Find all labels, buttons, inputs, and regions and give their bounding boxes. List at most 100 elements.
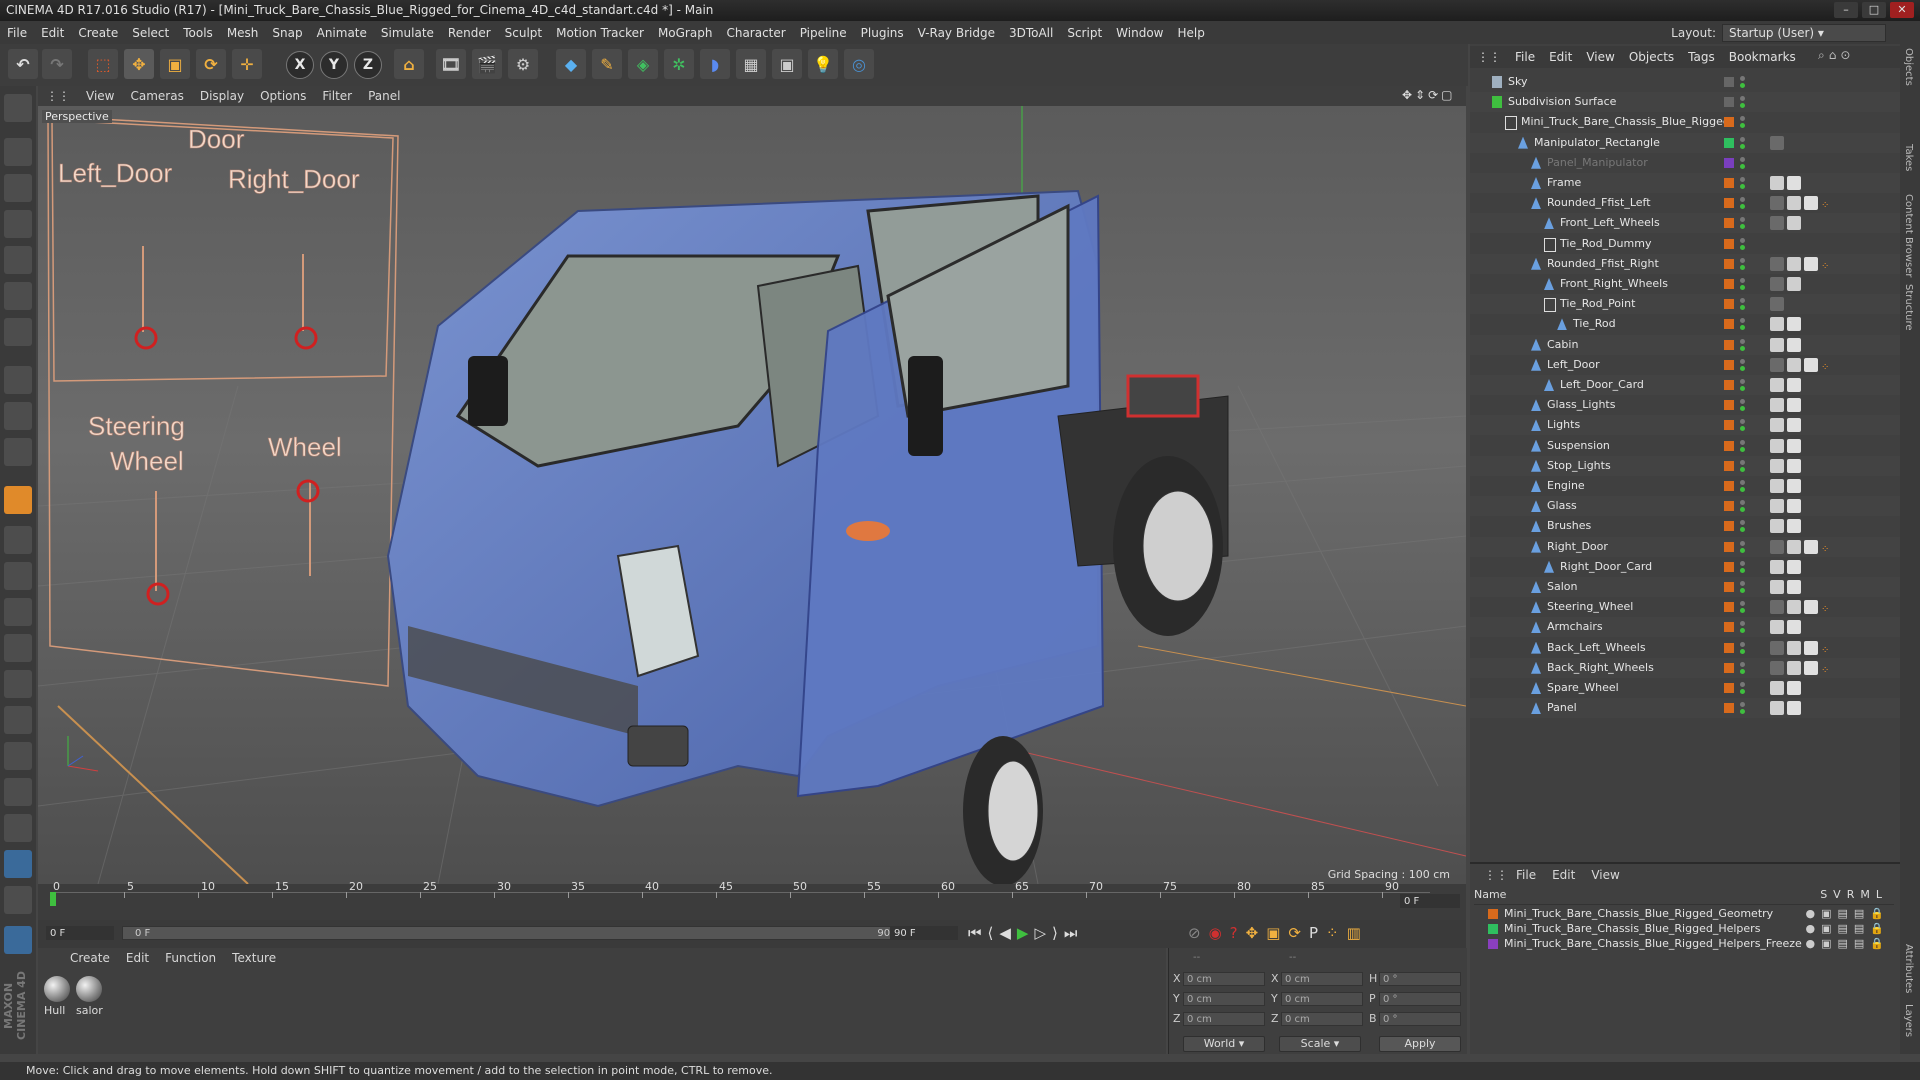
object-tag-icon[interactable]	[1787, 216, 1801, 231]
render-visibility-dot[interactable]	[1740, 365, 1745, 371]
render-visibility-dot[interactable]	[1740, 567, 1745, 573]
object-row-subdivision-surface[interactable]: Subdivision Surface	[1470, 92, 1900, 113]
previous-key-icon[interactable]: ⟨	[988, 924, 994, 942]
grid-icon[interactable]	[4, 850, 32, 878]
object-tag-icon[interactable]	[1770, 135, 1784, 150]
object-row-tie-rod-point[interactable]: Tie_Rod_Point	[1470, 294, 1900, 315]
object-manager-search-icon[interactable]: ⌕⌂⊙	[1818, 48, 1854, 63]
magnet-icon[interactable]	[4, 486, 32, 514]
editor-visibility-dot[interactable]	[1740, 641, 1745, 647]
editor-visibility-dot[interactable]	[1740, 298, 1745, 304]
editor-visibility-dot[interactable]	[1740, 419, 1745, 425]
menu-script[interactable]: Script	[1060, 26, 1109, 40]
autokey-icon[interactable]: ?	[1230, 924, 1238, 942]
coord-value-field[interactable]: 0 cm	[1183, 992, 1265, 1006]
object-tag-icon[interactable]	[1770, 620, 1784, 635]
object-tag-icon[interactable]	[1787, 539, 1801, 554]
sculpt-brush-3-icon[interactable]	[4, 634, 32, 662]
object-tag-icon[interactable]	[1787, 681, 1801, 695]
object-tag-icon[interactable]: ⁘	[1821, 196, 1835, 211]
go-to-start-icon[interactable]: ⏮	[968, 924, 982, 942]
live-selection-icon[interactable]: ⬚	[88, 49, 118, 79]
render-visibility-dot[interactable]	[1740, 345, 1745, 351]
cube-object-icon[interactable]: ◆	[556, 49, 586, 79]
render-visibility-dot[interactable]	[1740, 628, 1745, 634]
python-icon[interactable]: ◎	[844, 49, 874, 79]
object-row-glass-lights[interactable]: Glass_Lights	[1470, 395, 1900, 415]
subdivision-surface-icon[interactable]: ◈	[628, 49, 658, 79]
editor-visibility-dot[interactable]	[1740, 156, 1745, 162]
render-visibility-dot[interactable]	[1740, 406, 1745, 412]
object-tag-icon[interactable]: ⁘	[1821, 600, 1835, 615]
editor-visibility-dot[interactable]	[1740, 136, 1745, 142]
light-object-icon[interactable]: 💡	[808, 49, 838, 79]
object-row-armchairs[interactable]: Armchairs	[1470, 617, 1900, 638]
points-mode-icon[interactable]	[4, 246, 32, 274]
next-key-icon[interactable]: ⟩	[1052, 924, 1058, 942]
sculpt-brush-1-icon[interactable]	[4, 562, 32, 590]
coord-value-field[interactable]: 0 cm	[1281, 992, 1363, 1006]
menu-render[interactable]: Render	[441, 26, 498, 40]
editor-visibility-dot[interactable]	[1740, 621, 1745, 627]
object-tag-icon[interactable]	[1770, 196, 1784, 211]
object-tag-icon[interactable]: ⁘	[1821, 641, 1835, 656]
menu-pipeline[interactable]: Pipeline	[793, 26, 854, 40]
camera-object-icon[interactable]: ▣	[772, 49, 802, 79]
object-row-right-door-card[interactable]: Right_Door_Card	[1470, 557, 1900, 577]
key-scale-icon[interactable]: ▣	[1266, 924, 1280, 942]
editor-visibility-dot[interactable]	[1740, 278, 1745, 283]
object-tag-icon[interactable]	[1770, 640, 1784, 655]
side-tab-layers[interactable]: Layers	[1903, 1004, 1914, 1037]
render-visibility-dot[interactable]	[1740, 163, 1745, 169]
layer-color-swatch[interactable]	[1488, 939, 1498, 949]
editor-visibility-dot[interactable]	[1740, 318, 1745, 324]
object-tag-icon[interactable]	[1787, 378, 1801, 392]
side-tab-content-browser[interactable]: Content Browser	[1903, 194, 1914, 277]
render-visibility-dot[interactable]	[1740, 446, 1745, 452]
render-picture-viewer-icon[interactable]: 🎬	[472, 49, 502, 79]
object-tag-icon[interactable]	[1770, 398, 1784, 413]
current-frame-field[interactable]: 0 F	[46, 926, 114, 940]
object-tag-icon[interactable]	[1787, 196, 1801, 211]
key-param-icon[interactable]: P	[1309, 924, 1318, 942]
texture-mode-icon[interactable]	[4, 174, 32, 202]
coord-value-field[interactable]: 0 cm	[1183, 1012, 1265, 1026]
editor-visibility-dot[interactable]	[1740, 682, 1745, 687]
object-row-back-left-wheels[interactable]: Back_Left_Wheels ⁘	[1470, 638, 1900, 658]
editor-visibility-dot[interactable]	[1740, 581, 1745, 586]
layer-menu-file[interactable]: File	[1508, 868, 1544, 882]
timeline-window-icon[interactable]: ▥	[1347, 924, 1361, 942]
editor-visibility-dot[interactable]	[1740, 399, 1745, 405]
object-menu-edit[interactable]: Edit	[1542, 50, 1579, 64]
editor-visibility-dot[interactable]	[1740, 379, 1745, 384]
editor-visibility-dot[interactable]	[1740, 439, 1745, 445]
playhead[interactable]	[50, 892, 56, 906]
next-frame-icon[interactable]: ▷	[1034, 924, 1046, 942]
object-row-left-door-card[interactable]: Left_Door_Card	[1470, 375, 1900, 395]
render-visibility-dot[interactable]	[1740, 507, 1745, 513]
editor-visibility-dot[interactable]	[1740, 96, 1745, 102]
menu-mesh[interactable]: Mesh	[220, 26, 266, 40]
render-visibility-dot[interactable]	[1740, 426, 1745, 432]
object-row-front-right-wheels[interactable]: Front_Right_Wheels	[1470, 274, 1900, 294]
object-tag-icon[interactable]	[1770, 660, 1784, 675]
layer-row[interactable]: Mini_Truck_Bare_Chassis_Blue_Rigged_Help…	[1470, 936, 1900, 952]
coord-value-field[interactable]: 0 °	[1379, 972, 1461, 986]
render-visibility-dot[interactable]	[1740, 325, 1745, 331]
object-tag-icon[interactable]	[1787, 458, 1801, 473]
size-mode-dropdown[interactable]: Scale ▾	[1279, 1036, 1361, 1052]
object-row-tie-rod[interactable]: Tie_Rod	[1470, 314, 1900, 334]
editor-visibility-dot[interactable]	[1740, 601, 1745, 607]
viewport-menu-view[interactable]: View	[78, 89, 122, 103]
object-tag-icon[interactable]	[1770, 559, 1784, 574]
object-tag-icon[interactable]	[1787, 559, 1801, 574]
object-menu-tags[interactable]: Tags	[1681, 50, 1722, 64]
y-axis-toggle[interactable]: Y	[320, 51, 348, 79]
object-row-brushes[interactable]: Brushes	[1470, 516, 1900, 536]
sculpt-brush-7-icon[interactable]	[4, 778, 32, 806]
python-script-icon[interactable]	[4, 926, 32, 954]
object-tag-icon[interactable]	[1770, 256, 1784, 271]
viewport-menu-options[interactable]: Options	[252, 89, 314, 103]
menu-3dtoall[interactable]: 3DToAll	[1002, 26, 1060, 40]
make-editable-icon[interactable]	[4, 94, 32, 122]
